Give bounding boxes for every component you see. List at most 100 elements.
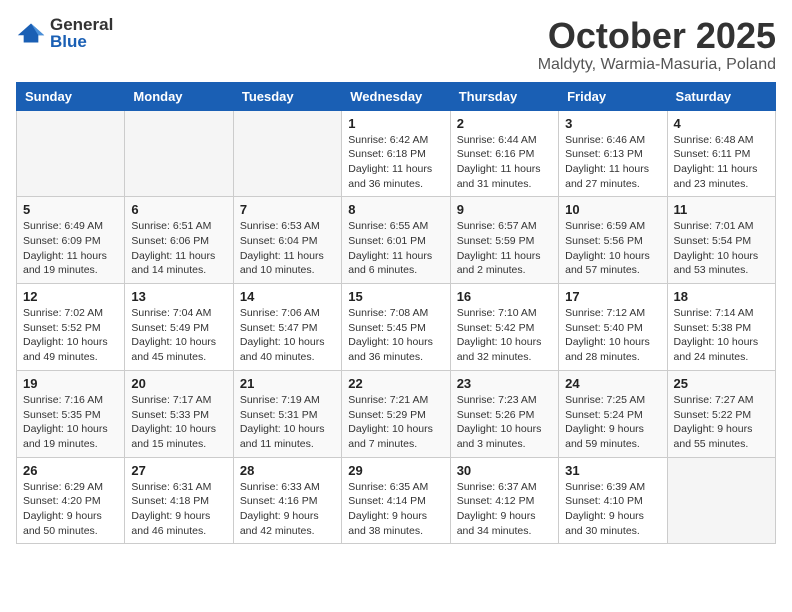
day-cell: 11 Sunrise: 7:01 AM Sunset: 5:54 PM Dayli… (667, 197, 775, 284)
weekday-header-monday: Monday (125, 82, 233, 110)
day-cell (667, 457, 775, 544)
day-info: Sunrise: 6:44 AM Sunset: 6:16 PM Dayligh… (457, 133, 552, 192)
day-cell: 12 Sunrise: 7:02 AM Sunset: 5:52 PM Dayli… (17, 284, 125, 371)
day-cell: 28 Sunrise: 6:33 AM Sunset: 4:16 PM Dayli… (233, 457, 341, 544)
day-number: 6 (131, 202, 226, 217)
day-info: Sunrise: 6:42 AM Sunset: 6:18 PM Dayligh… (348, 133, 443, 192)
day-number: 17 (565, 289, 660, 304)
day-info: Sunrise: 7:19 AM Sunset: 5:31 PM Dayligh… (240, 393, 335, 452)
week-row-3: 12 Sunrise: 7:02 AM Sunset: 5:52 PM Dayli… (17, 284, 776, 371)
day-number: 30 (457, 463, 552, 478)
day-number: 28 (240, 463, 335, 478)
day-info: Sunrise: 6:51 AM Sunset: 6:06 PM Dayligh… (131, 219, 226, 278)
day-cell: 5 Sunrise: 6:49 AM Sunset: 6:09 PM Daylig… (17, 197, 125, 284)
day-number: 12 (23, 289, 118, 304)
day-cell: 10 Sunrise: 6:59 AM Sunset: 5:56 PM Dayli… (559, 197, 667, 284)
day-cell: 6 Sunrise: 6:51 AM Sunset: 6:06 PM Daylig… (125, 197, 233, 284)
day-info: Sunrise: 6:59 AM Sunset: 5:56 PM Dayligh… (565, 219, 660, 278)
logo-text: General Blue (50, 16, 113, 50)
day-info: Sunrise: 6:57 AM Sunset: 5:59 PM Dayligh… (457, 219, 552, 278)
weekday-header-wednesday: Wednesday (342, 82, 450, 110)
weekday-header-thursday: Thursday (450, 82, 558, 110)
calendar-table: SundayMondayTuesdayWednesdayThursdayFrid… (16, 82, 776, 545)
day-cell: 7 Sunrise: 6:53 AM Sunset: 6:04 PM Daylig… (233, 197, 341, 284)
day-number: 11 (674, 202, 769, 217)
day-number: 10 (565, 202, 660, 217)
page-header: General Blue October 2025 Maldyty, Warmi… (16, 16, 776, 74)
day-info: Sunrise: 7:12 AM Sunset: 5:40 PM Dayligh… (565, 306, 660, 365)
day-info: Sunrise: 6:29 AM Sunset: 4:20 PM Dayligh… (23, 480, 118, 539)
logo-general: General (50, 16, 113, 33)
weekday-header-friday: Friday (559, 82, 667, 110)
day-number: 3 (565, 116, 660, 131)
day-number: 4 (674, 116, 769, 131)
day-info: Sunrise: 7:02 AM Sunset: 5:52 PM Dayligh… (23, 306, 118, 365)
day-info: Sunrise: 7:14 AM Sunset: 5:38 PM Dayligh… (674, 306, 769, 365)
day-number: 14 (240, 289, 335, 304)
weekday-header-sunday: Sunday (17, 82, 125, 110)
day-cell: 8Sunrise: 6:55 AM Sunset: 6:01 PM Daylig… (342, 197, 450, 284)
day-number: 15 (348, 289, 443, 304)
logo-icon (16, 22, 46, 44)
day-number: 26 (23, 463, 118, 478)
day-cell: 19Sunrise: 7:16 AM Sunset: 5:35 PM Dayli… (17, 370, 125, 457)
day-number: 27 (131, 463, 226, 478)
day-info: Sunrise: 7:23 AM Sunset: 5:26 PM Dayligh… (457, 393, 552, 452)
day-info: Sunrise: 6:35 AM Sunset: 4:14 PM Dayligh… (348, 480, 443, 539)
week-row-5: 26 Sunrise: 6:29 AM Sunset: 4:20 PM Dayli… (17, 457, 776, 544)
day-cell: 27Sunrise: 6:31 AM Sunset: 4:18 PM Dayli… (125, 457, 233, 544)
day-cell: 1 Sunrise: 6:42 AM Sunset: 6:18 PM Daylig… (342, 110, 450, 197)
day-cell: 30Sunrise: 6:37 AM Sunset: 4:12 PM Dayli… (450, 457, 558, 544)
week-row-2: 5 Sunrise: 6:49 AM Sunset: 6:09 PM Daylig… (17, 197, 776, 284)
day-number: 7 (240, 202, 335, 217)
day-number: 13 (131, 289, 226, 304)
day-info: Sunrise: 7:17 AM Sunset: 5:33 PM Dayligh… (131, 393, 226, 452)
day-number: 22 (348, 376, 443, 391)
week-row-1: 1 Sunrise: 6:42 AM Sunset: 6:18 PM Daylig… (17, 110, 776, 197)
day-number: 24 (565, 376, 660, 391)
day-info: Sunrise: 6:55 AM Sunset: 6:01 PM Dayligh… (348, 219, 443, 278)
day-info: Sunrise: 6:53 AM Sunset: 6:04 PM Dayligh… (240, 219, 335, 278)
weekday-row: SundayMondayTuesdayWednesdayThursdayFrid… (17, 82, 776, 110)
day-info: Sunrise: 6:48 AM Sunset: 6:11 PM Dayligh… (674, 133, 769, 192)
day-cell: 26 Sunrise: 6:29 AM Sunset: 4:20 PM Dayli… (17, 457, 125, 544)
day-cell: 25Sunrise: 7:27 AM Sunset: 5:22 PM Dayli… (667, 370, 775, 457)
day-info: Sunrise: 6:33 AM Sunset: 4:16 PM Dayligh… (240, 480, 335, 539)
day-number: 5 (23, 202, 118, 217)
day-info: Sunrise: 7:27 AM Sunset: 5:22 PM Dayligh… (674, 393, 769, 452)
day-number: 31 (565, 463, 660, 478)
day-cell: 23Sunrise: 7:23 AM Sunset: 5:26 PM Dayli… (450, 370, 558, 457)
day-cell: 16Sunrise: 7:10 AM Sunset: 5:42 PM Dayli… (450, 284, 558, 371)
logo-blue: Blue (50, 33, 113, 50)
sub-title: Maldyty, Warmia-Masuria, Poland (538, 56, 776, 74)
day-cell: 24 Sunrise: 7:25 AM Sunset: 5:24 PM Dayli… (559, 370, 667, 457)
day-number: 21 (240, 376, 335, 391)
day-cell: 18 Sunrise: 7:14 AM Sunset: 5:38 PM Dayli… (667, 284, 775, 371)
day-cell: 2 Sunrise: 6:44 AM Sunset: 6:16 PM Daylig… (450, 110, 558, 197)
day-cell: 3Sunrise: 6:46 AM Sunset: 6:13 PM Daylig… (559, 110, 667, 197)
day-number: 20 (131, 376, 226, 391)
title-area: October 2025 Maldyty, Warmia-Masuria, Po… (538, 16, 776, 74)
day-info: Sunrise: 7:16 AM Sunset: 5:35 PM Dayligh… (23, 393, 118, 452)
calendar-body: 1 Sunrise: 6:42 AM Sunset: 6:18 PM Daylig… (17, 110, 776, 544)
day-number: 29 (348, 463, 443, 478)
day-cell: 15Sunrise: 7:08 AM Sunset: 5:45 PM Dayli… (342, 284, 450, 371)
week-row-4: 19Sunrise: 7:16 AM Sunset: 5:35 PM Dayli… (17, 370, 776, 457)
day-info: Sunrise: 7:25 AM Sunset: 5:24 PM Dayligh… (565, 393, 660, 452)
day-number: 9 (457, 202, 552, 217)
day-info: Sunrise: 7:06 AM Sunset: 5:47 PM Dayligh… (240, 306, 335, 365)
day-number: 18 (674, 289, 769, 304)
day-cell (125, 110, 233, 197)
day-info: Sunrise: 7:01 AM Sunset: 5:54 PM Dayligh… (674, 219, 769, 278)
day-cell: 20 Sunrise: 7:17 AM Sunset: 5:33 PM Dayli… (125, 370, 233, 457)
logo: General Blue (16, 16, 113, 50)
day-number: 2 (457, 116, 552, 131)
day-info: Sunrise: 6:49 AM Sunset: 6:09 PM Dayligh… (23, 219, 118, 278)
day-info: Sunrise: 7:21 AM Sunset: 5:29 PM Dayligh… (348, 393, 443, 452)
day-info: Sunrise: 7:04 AM Sunset: 5:49 PM Dayligh… (131, 306, 226, 365)
main-title: October 2025 (538, 16, 776, 56)
day-number: 1 (348, 116, 443, 131)
day-cell: 14 Sunrise: 7:06 AM Sunset: 5:47 PM Dayli… (233, 284, 341, 371)
day-cell: 17 Sunrise: 7:12 AM Sunset: 5:40 PM Dayli… (559, 284, 667, 371)
day-cell: 4 Sunrise: 6:48 AM Sunset: 6:11 PM Daylig… (667, 110, 775, 197)
